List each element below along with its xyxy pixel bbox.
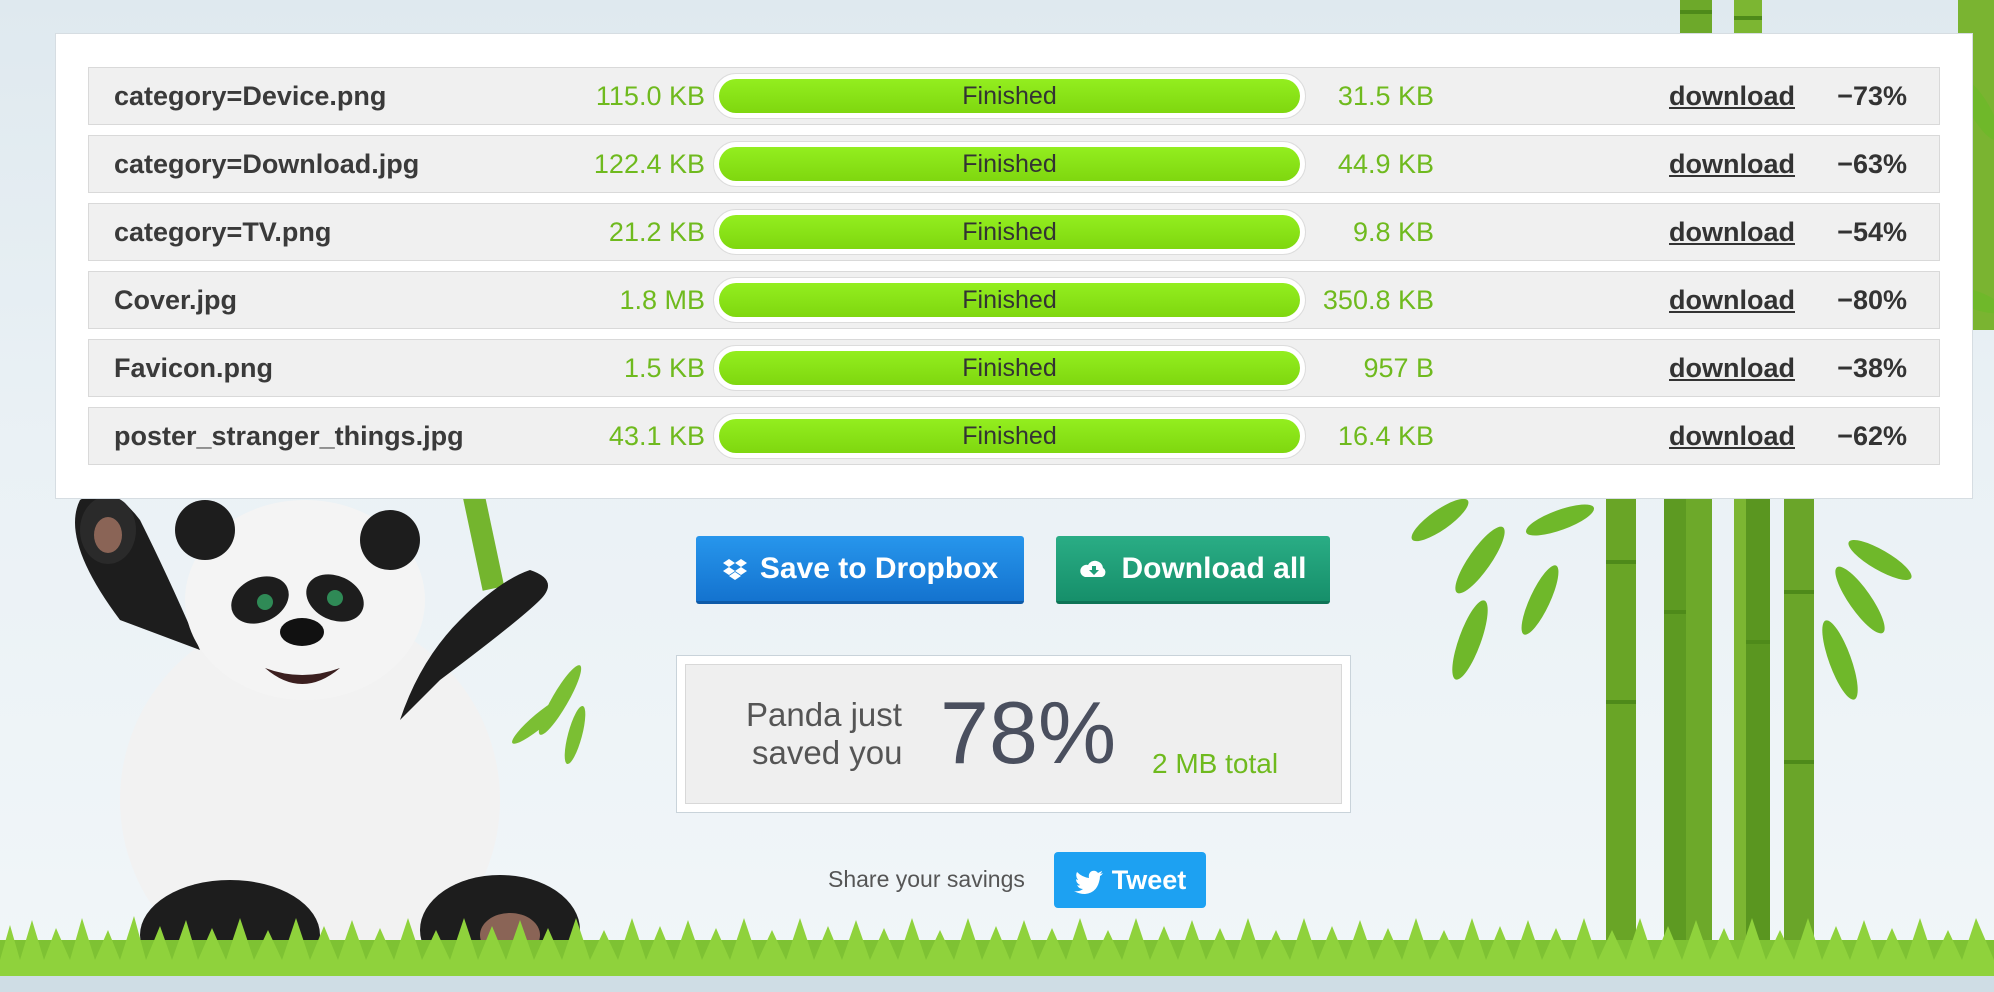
reduction-percent: −54% [1837,217,1907,247]
file-row: Favicon.png 1.5 KB Finished 957 B download −3… [88,339,1940,397]
progress-status: Finished [962,82,1057,110]
download-link[interactable]: download [1669,340,1795,396]
savings-text-line1: Panda just [746,696,902,733]
file-row: category=Device.png 115.0 KB Finished 31.5 … [88,67,1940,125]
reduction-percent: −38% [1837,353,1907,383]
file-name: category=Download.jpg [114,149,420,179]
original-size: 1.5 KB [623,353,705,383]
original-size: 1.8 MB [619,285,705,315]
file-name: category=Device.png [114,81,387,111]
share-label: Share your savings [828,866,1025,892]
compressed-size: 44.9 KB [1337,149,1434,179]
reduction-percent: −80% [1837,285,1907,315]
download-link[interactable]: download [1669,204,1795,260]
file-row: category=TV.png 21.2 KB Finished 9.8 KB down… [88,203,1940,261]
progress-status: Finished [962,354,1057,382]
download-all-label: Download all [1121,552,1307,585]
tweet-button[interactable]: Tweet [1054,852,1206,908]
download-link[interactable]: download [1669,136,1795,192]
progress-bar: Finished [713,209,1306,255]
compressed-size: 16.4 KB [1337,421,1434,451]
progress-status: Finished [962,218,1057,246]
download-all-button[interactable]: Download all [1056,536,1330,604]
file-name: Favicon.png [114,353,274,383]
progress-status: Finished [962,150,1057,178]
file-name: category=TV.png [114,217,332,247]
savings-summary-inner: Panda just saved you 78% 2 MB total [685,664,1342,804]
progress-bar: Finished [713,413,1306,459]
reduction-percent: −73% [1837,81,1907,111]
download-link[interactable]: download [1669,408,1795,464]
savings-percent: 78% [940,683,1117,782]
progress-bar: Finished [713,345,1306,391]
savings-total: 2 MB total [1152,748,1279,779]
progress-status: Finished [962,286,1057,314]
compressed-size: 350.8 KB [1322,285,1434,315]
twitter-bird-icon [1073,870,1104,894]
file-row: category=Download.jpg 122.4 KB Finished 44.… [88,135,1940,193]
file-row: poster_stranger_things.jpg 43.1 KB Finishe… [88,407,1940,465]
results-panel: category=Device.png 115.0 KB Finished 31.5 … [55,33,1973,499]
file-name: poster_stranger_things.jpg [114,421,464,451]
file-row: Cover.jpg 1.8 MB Finished 350.8 KB download −… [88,271,1940,329]
dropbox-icon [722,558,748,582]
download-link[interactable]: download [1669,272,1795,328]
save-to-dropbox-button[interactable]: Save to Dropbox [696,536,1024,604]
savings-summary-box: Panda just saved you 78% 2 MB total [676,655,1351,813]
savings-text-line2: saved you [752,734,903,771]
original-size: 115.0 KB [595,81,705,111]
progress-bar: Finished [713,141,1306,187]
download-link[interactable]: download [1669,68,1795,124]
original-size: 122.4 KB [593,149,705,179]
compressed-size: 957 B [1363,353,1434,383]
progress-bar: Finished [713,73,1306,119]
reduction-percent: −63% [1837,149,1907,179]
reduction-percent: −62% [1837,421,1907,451]
original-size: 21.2 KB [608,217,705,247]
compressed-size: 9.8 KB [1352,217,1434,247]
progress-status: Finished [962,422,1057,450]
tweet-label: Tweet [1111,865,1187,895]
compressed-size: 31.5 KB [1337,81,1434,111]
progress-bar: Finished [713,277,1306,323]
cloud-download-icon [1079,558,1109,582]
panda-mascot [75,468,586,990]
original-size: 43.1 KB [608,421,705,451]
file-name: Cover.jpg [114,285,238,315]
save-to-dropbox-label: Save to Dropbox [759,552,999,585]
